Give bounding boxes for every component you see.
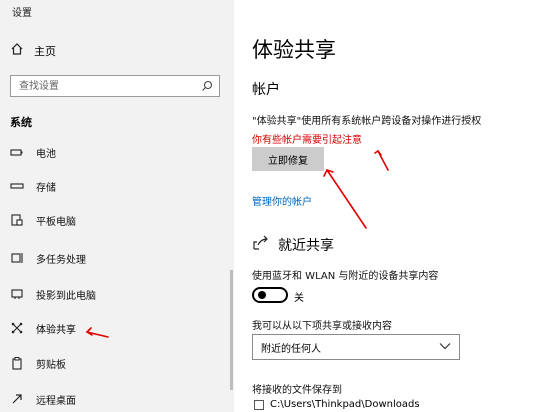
sidebar-item-label: 剪贴板: [36, 359, 66, 371]
battery-icon: [9, 147, 25, 157]
sidebar-item-label: 存储: [36, 182, 56, 194]
chevron-down-icon: [439, 342, 451, 353]
section-system: 系统: [10, 116, 32, 129]
remote-desktop-icon: [9, 392, 25, 406]
sidebar-scrollbar[interactable]: [230, 270, 233, 390]
sidebar-item-battery[interactable]: 电池: [0, 139, 234, 165]
folder-indicator-icon: [254, 399, 264, 410]
sidebar-item-label: 多任务处理: [36, 254, 86, 266]
dropdown-value: 附近的任何人: [261, 343, 321, 355]
manage-accounts-link[interactable]: 管理你的帐户: [252, 193, 312, 208]
sidebar-item-label: 平板电脑: [36, 216, 76, 228]
save-location[interactable]: C:\Users\Thinkpad\Downloads: [254, 399, 420, 410]
sidebar-item-project[interactable]: 投影到此电脑: [0, 281, 234, 307]
toggle-state-label: 关: [294, 293, 304, 304]
sidebar-item-tablet[interactable]: 平板电脑: [0, 207, 234, 233]
sidebar-item-label: 体验共享: [36, 324, 76, 336]
sidebar-item-label: 远程桌面: [36, 395, 76, 407]
nearby-sharing-toggle[interactable]: [252, 287, 288, 303]
app-title: 设置: [12, 8, 32, 19]
settings-search[interactable]: [10, 75, 220, 97]
sidebar-home-label: 主页: [34, 44, 56, 58]
sidebar-item-storage[interactable]: 存储: [0, 173, 234, 199]
main-content: 体验共享 帐户 "体验共享"使用所有系统帐户跨设备对操作进行授权 你有些帐户需要…: [234, 0, 548, 412]
storage-icon: [9, 181, 25, 191]
project-icon: [9, 287, 25, 301]
accounts-description: "体验共享"使用所有系统帐户跨设备对操作进行授权: [252, 116, 482, 127]
search-input[interactable]: [17, 79, 201, 93]
nearby-sharing-heading: 就近共享: [252, 235, 334, 255]
save-path: C:\Users\Thinkpad\Downloads: [270, 399, 420, 410]
multitask-icon: [9, 251, 25, 265]
sidebar-item-label: 投影到此电脑: [36, 290, 96, 302]
sidebar-home[interactable]: 主页: [10, 42, 56, 59]
nearby-share-icon: [252, 235, 270, 255]
receive-from-dropdown[interactable]: 附近的任何人: [252, 334, 460, 360]
nearby-sharing-heading-label: 就近共享: [278, 238, 334, 254]
page-title: 体验共享: [252, 38, 336, 62]
sidebar-item-label: 电池: [36, 148, 56, 160]
toggle-knob: [258, 291, 266, 299]
accounts-heading: 帐户: [252, 82, 280, 98]
sidebar-item-remote-desktop[interactable]: 远程桌面: [0, 386, 234, 412]
receive-from-label: 我可以从以下项共享或接收内容: [252, 321, 392, 332]
sidebar-item-multitasking[interactable]: 多任务处理: [0, 245, 234, 271]
nearby-toggle-label: 使用蓝牙和 WLAN 与附近的设备共享内容: [252, 271, 439, 282]
tablet-icon: [9, 213, 25, 227]
sidebar: 设置 主页 系统 电池 存储 平板电脑 多任务处理: [0, 0, 234, 412]
search-icon[interactable]: [201, 77, 213, 96]
accounts-warning: 你有些帐户需要引起注意: [252, 135, 362, 146]
shared-experience-icon: [9, 321, 25, 335]
clipboard-icon: [9, 356, 25, 370]
fix-now-button[interactable]: 立即修复: [252, 147, 324, 171]
sidebar-item-shared-experiences[interactable]: 体验共享: [0, 315, 234, 341]
home-icon: [10, 42, 24, 59]
save-location-label: 将接收的文件保存到: [252, 385, 342, 396]
sidebar-item-clipboard[interactable]: 剪贴板: [0, 350, 234, 376]
